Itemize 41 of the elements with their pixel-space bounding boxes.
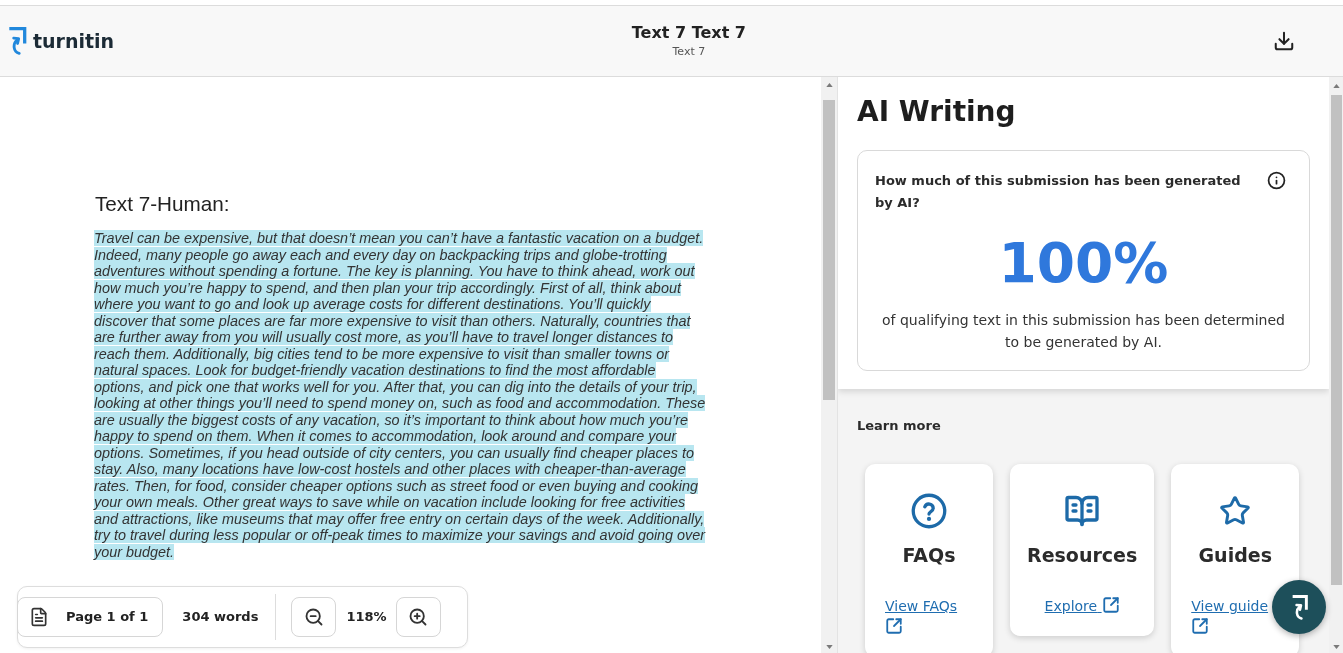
zoom-in-icon (408, 607, 429, 627)
zoom-in-button[interactable] (395, 597, 441, 637)
open-book-icon (1064, 493, 1101, 529)
card-link[interactable]: View guide (1191, 598, 1269, 635)
external-link-icon (1191, 617, 1210, 635)
card-title: Guides (1198, 543, 1272, 568)
question-circle-icon (911, 493, 947, 529)
scrollbar[interactable] (1329, 77, 1343, 653)
scroll-up-arrow-icon[interactable] (825, 83, 833, 87)
ai-question: How much of this submission has been generated by AI? (875, 172, 1242, 212)
page-indicator-button[interactable]: Page 1 of 1 (17, 597, 164, 637)
scrollbar[interactable] (821, 77, 837, 653)
scroll-down-arrow-icon[interactable] (1332, 645, 1340, 649)
learn-more-heading: Learn more (857, 417, 942, 435)
section-heading: AI Writing (857, 94, 1016, 130)
star-icon (1219, 495, 1252, 527)
card-title: Resources (1027, 543, 1138, 568)
download-icon (1273, 30, 1295, 52)
ai-description: of qualifying text in this submission has been determined to be generated by AI. (881, 311, 1286, 352)
document-icon (29, 606, 49, 628)
zoom-level: 118% (346, 608, 387, 627)
card-title: FAQs (902, 543, 956, 568)
scrollbar-thumb[interactable] (823, 100, 835, 400)
document-heading: Text 7-Human: (94, 191, 230, 217)
document-paragraph: Travel can be expensive, but that doesn’t mean you can’t have a fantastic vacation on a budget. Indeed, many people go away each and every day on backpacking trips and globe-trotting adventures without spending a fortune. The key is planning. You have to think ahead, work out how much you’re happy to spend, and then plan your trip accordingly. First of all, think about where you want to go and look up average costs for different destinations. You’ll quickly discover that some places are far more expensive to visit than others. Naturally, countries that are further away from you will usually cost more, as you’ll have to travel longer distances to reach them. Additionally, big cities tend to be more expensive to visit than smaller towns or natural spaces. Look for budget-friendly vacation destinations to find the most affordable options, and pick one that works well for you. After that, you can dig into the details of your trip, looking at other things you’ll need to spend money on, such as food and accommodation. These are usually the biggest costs of any vacation, so it’s important to think about how much you’re happy to spend on them. When it comes to accommodation, look around and compare your options. Sometimes, if you head outside of city centers, you can usually find cheaper places to stay. Also, many locations have low-cost hostels and other places with cheaper-than-average rates. Then, for food, consider cheaper options such as street food or even buying and cooking your own meals. Other great ways to save while on vacation include looking for free activities and attractions, like museums that may offer free entry on certain days of the week. Additionally, try to travel during less popular or off-peak times to maximize your savings and avoid going over your budget. (94, 230, 707, 560)
logo-icon (7, 27, 27, 55)
scroll-down-arrow-icon[interactable] (825, 645, 833, 649)
info-icon[interactable] (1267, 171, 1286, 190)
document-subtitle: Text 7 (672, 44, 706, 60)
scrollbar-thumb[interactable] (1330, 95, 1342, 585)
card-link[interactable]: Explore (1044, 598, 1120, 614)
logo-text: turnitin (33, 29, 115, 53)
zoom-out-icon (303, 607, 324, 627)
ai-percentage: 100% (998, 236, 1169, 291)
external-link-icon (885, 617, 903, 635)
word-count: 304 words (182, 608, 259, 627)
card-link[interactable]: View FAQs (885, 598, 958, 635)
scroll-up-arrow-icon[interactable] (1332, 84, 1340, 88)
zoom-out-button[interactable] (291, 597, 337, 637)
external-link-icon (1101, 596, 1120, 614)
document-title: Text 7 Text 7 (631, 22, 746, 44)
